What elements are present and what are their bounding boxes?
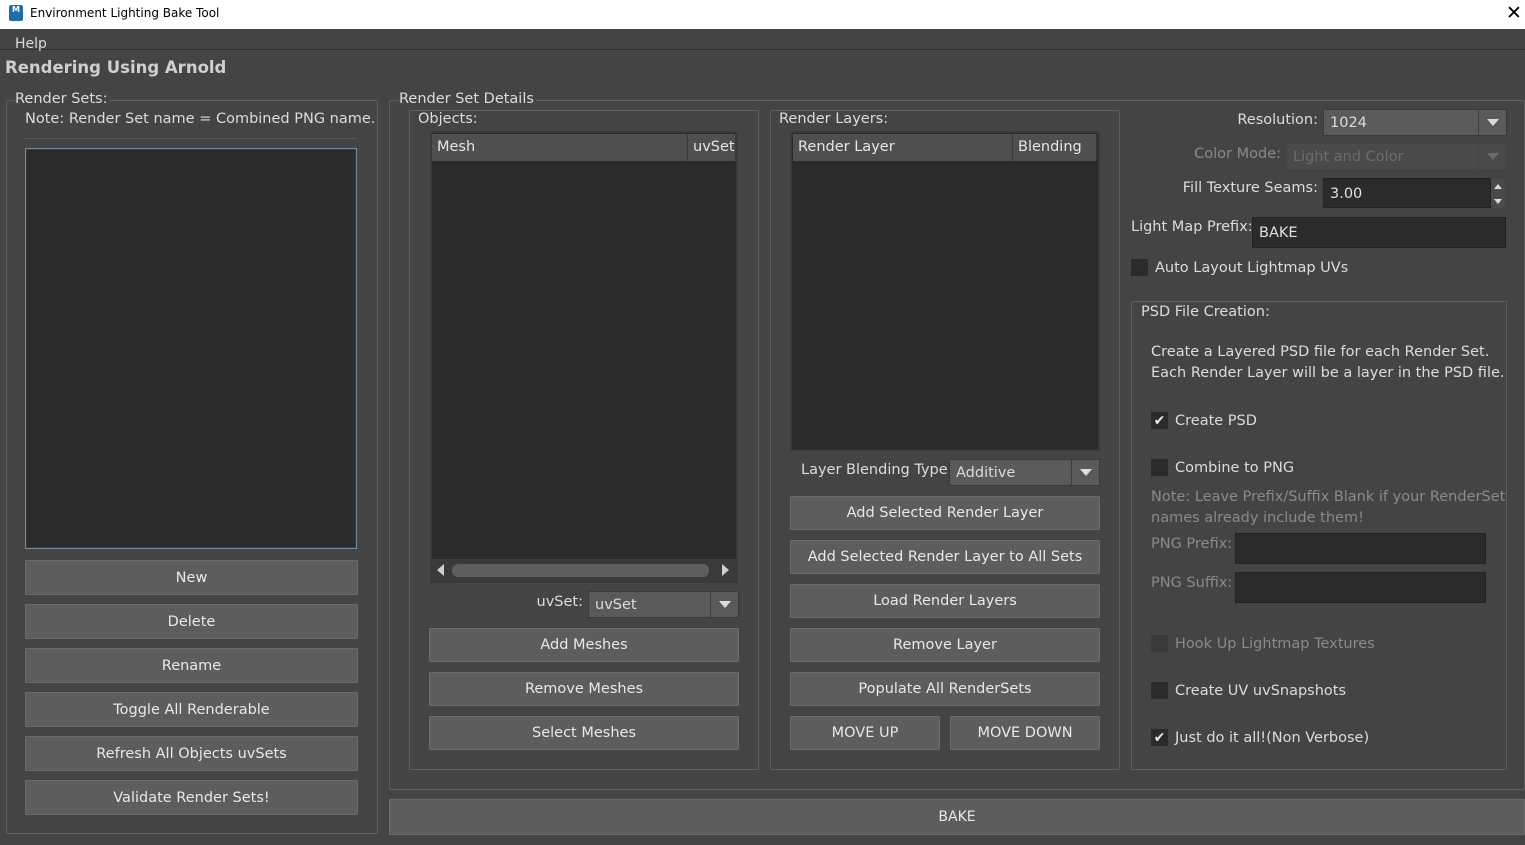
main-title: Rendering Using Arnold [5, 58, 227, 77]
combine-to-png-label: Combine to PNG [1175, 460, 1295, 476]
objects-table[interactable] [430, 131, 738, 583]
layer-blending-type-label: Layer Blending Type: [801, 462, 953, 478]
chevron-down-icon[interactable] [1071, 460, 1099, 485]
color-mode-value: Light and Color [1293, 149, 1404, 165]
just-do-it-label: Just do it all!(Non Verbose) [1175, 730, 1370, 746]
select-meshes-button[interactable]: Select Meshes [429, 716, 739, 750]
rename-button[interactable]: Rename [25, 648, 358, 683]
window-title: Environment Lighting Bake Tool [30, 6, 220, 20]
png-note-line1: Note: Leave Prefix/Suffix Blank if your … [1151, 489, 1506, 505]
spin-up-icon[interactable] [1491, 179, 1505, 193]
add-selected-render-layer-button[interactable]: Add Selected Render Layer [790, 496, 1100, 530]
layer-blending-dropdown[interactable]: Additive [949, 459, 1100, 486]
column-header-render-layer[interactable]: Render Layer [793, 134, 1013, 161]
psd-description-line2: Each Render Layer will be a layer in the… [1151, 365, 1505, 381]
render-layers-label: Render Layers: [779, 111, 891, 127]
png-prefix-label: PNG Prefix: [1151, 536, 1233, 552]
light-map-prefix-label: Light Map Prefix: [1131, 219, 1253, 235]
spin-down-icon[interactable] [1491, 194, 1505, 208]
hook-up-lightmap-label: Hook Up Lightmap Textures [1175, 636, 1375, 652]
menu-help[interactable]: Help [15, 36, 47, 52]
resolution-value: 1024 [1330, 115, 1367, 131]
png-prefix-input[interactable] [1235, 533, 1486, 564]
create-uv-snapshots-checkbox[interactable] [1151, 682, 1168, 699]
create-psd-checkbox[interactable]: ✔ [1151, 412, 1168, 429]
color-mode-label: Color Mode: [1194, 146, 1281, 162]
close-icon[interactable]: ✕ [1504, 2, 1524, 24]
delete-button[interactable]: Delete [25, 604, 358, 639]
uvset-label: uvSet: [536, 594, 583, 610]
create-psd-label: Create PSD [1175, 413, 1257, 429]
title-bar [0, 0, 1525, 29]
render-sets-note: Note: Render Set name = Combined PNG nam… [25, 111, 376, 127]
png-note-line2: names already include them! [1151, 510, 1364, 526]
move-down-button[interactable]: MOVE DOWN [950, 716, 1100, 750]
light-map-prefix-input[interactable]: BAKE [1252, 217, 1506, 248]
column-header-mesh[interactable]: Mesh [432, 134, 688, 161]
create-uv-snapshots-label: Create UV uvSnapshots [1175, 683, 1347, 699]
remove-layer-button[interactable]: Remove Layer [790, 628, 1100, 662]
menu-bar [0, 29, 1525, 50]
toggle-all-renderable-button[interactable]: Toggle All Renderable [25, 692, 358, 727]
uvset-dropdown[interactable]: uvSet [588, 591, 739, 618]
chevron-down-icon[interactable] [710, 592, 738, 617]
render-sets-list[interactable] [25, 148, 357, 549]
remove-meshes-button[interactable]: Remove Meshes [429, 672, 739, 706]
load-render-layers-button[interactable]: Load Render Layers [790, 584, 1100, 618]
populate-all-rendersets-button[interactable]: Populate All RenderSets [790, 672, 1100, 706]
combine-to-png-checkbox[interactable] [1151, 459, 1168, 476]
auto-layout-checkbox[interactable] [1131, 259, 1148, 276]
chevron-down-icon[interactable] [1478, 144, 1506, 169]
psd-file-creation-label: PSD File Creation: [1141, 304, 1272, 320]
psd-description-line1: Create a Layered PSD file for each Rende… [1151, 344, 1490, 360]
validate-render-sets-button[interactable]: Validate Render Sets! [25, 780, 358, 815]
app-icon-glyph: M [12, 5, 20, 14]
bake-button[interactable]: BAKE [389, 799, 1525, 835]
render-sets-label: Render Sets: [15, 91, 110, 107]
add-meshes-button[interactable]: Add Meshes [429, 628, 739, 662]
hook-up-lightmap-checkbox[interactable] [1151, 635, 1168, 652]
new-button[interactable]: New [25, 560, 358, 595]
scroll-right-icon[interactable] [722, 564, 729, 576]
scrollbar-thumb[interactable] [452, 564, 709, 577]
fill-texture-seams-input[interactable]: 3.00 [1323, 178, 1491, 208]
resolution-dropdown[interactable]: 1024 [1323, 109, 1507, 136]
move-up-button[interactable]: MOVE UP [790, 716, 940, 750]
chevron-down-icon[interactable] [1478, 110, 1506, 135]
color-mode-dropdown[interactable]: Light and Color [1286, 143, 1507, 170]
layer-blending-value: Additive [956, 465, 1016, 481]
png-suffix-input[interactable] [1235, 572, 1486, 603]
scroll-left-icon[interactable] [437, 564, 444, 576]
column-header-blending[interactable]: Blending [1013, 134, 1097, 161]
add-selected-render-layer-to-all-sets-button[interactable]: Add Selected Render Layer to All Sets [790, 540, 1100, 574]
auto-layout-label: Auto Layout Lightmap UVs [1155, 260, 1349, 276]
resolution-label: Resolution: [1237, 112, 1318, 128]
refresh-uvsets-button[interactable]: Refresh All Objects uvSets [25, 736, 358, 771]
render-layers-table[interactable] [790, 131, 1100, 451]
column-header-uvset[interactable]: uvSet [688, 134, 736, 161]
png-suffix-label: PNG Suffix: [1151, 575, 1233, 591]
objects-label: Objects: [418, 111, 480, 127]
uvset-value: uvSet [595, 597, 637, 613]
fill-texture-seams-label: Fill Texture Seams: [1182, 180, 1318, 196]
app-icon: M [9, 5, 23, 21]
render-set-details-label: Render Set Details [399, 91, 536, 107]
just-do-it-checkbox[interactable]: ✔ [1151, 729, 1168, 746]
divider [25, 138, 357, 139]
